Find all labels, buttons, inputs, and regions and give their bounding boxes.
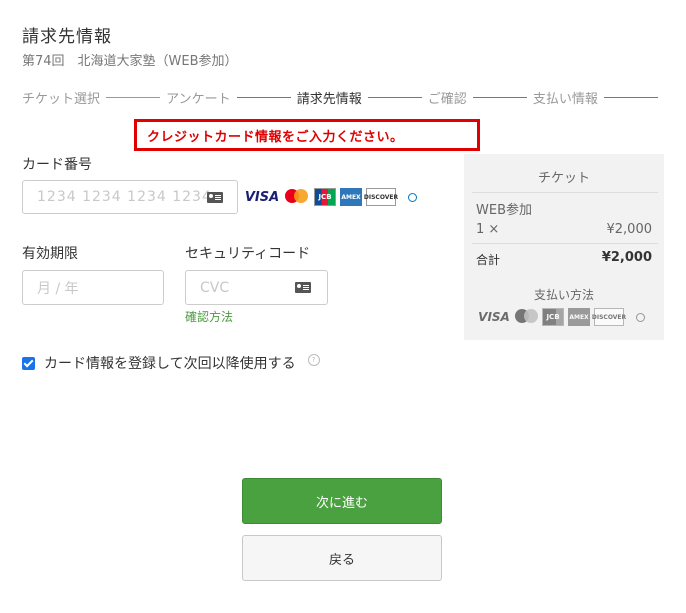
step-billing: 請求先情報 xyxy=(296,91,362,107)
step-connector xyxy=(603,96,659,98)
summary-price: ¥2,000 xyxy=(606,222,653,237)
back-button[interactable]: 戻る xyxy=(242,535,442,581)
next-button[interactable]: 次に進む xyxy=(242,478,442,524)
step-connector xyxy=(472,96,527,98)
cvc-label: セキュリティコード xyxy=(185,246,311,262)
expiry-placeholder: 月 / 年 xyxy=(37,280,79,297)
event-name: 第74回 北海道大家塾（WEB参加） xyxy=(22,54,238,69)
step-ticket: チケット選択 xyxy=(22,91,101,107)
expiry-label: 有効期限 xyxy=(22,246,78,262)
amex-icon: AMEX xyxy=(340,188,362,206)
card-number-placeholder: 1234 1234 1234 1234 xyxy=(37,189,212,205)
visa-icon: VISA xyxy=(244,189,280,205)
card-icon xyxy=(207,192,223,203)
step-confirm: ご確認 xyxy=(427,91,467,107)
progress-stepper: チケット選択 アンケート 請求先情報 ご確認 支払い情報 xyxy=(22,86,664,108)
save-card-row: カード情報を登録して次回以降使用する ? xyxy=(22,353,320,373)
mastercard-icon xyxy=(514,308,538,326)
jcb-icon: JCB xyxy=(314,188,336,206)
save-card-checkbox[interactable] xyxy=(22,356,35,370)
card-number-input[interactable]: 1234 1234 1234 1234 xyxy=(22,180,238,214)
error-message: クレジットカード情報をご入力ください。 xyxy=(134,119,480,151)
save-card-label[interactable]: カード情報を登録して次回以降使用する xyxy=(44,353,296,373)
expiry-input[interactable]: 月 / 年 xyxy=(22,270,164,305)
order-summary: チケット WEB参加 1 × ¥2,000 合計 ¥2,000 支払い方法 VI… xyxy=(464,154,664,340)
discover-icon: DISCOVER xyxy=(592,308,626,326)
page-title: 請求先情報 xyxy=(22,27,112,47)
step-survey: アンケート xyxy=(166,91,231,107)
summary-total-label: 合計 xyxy=(476,253,501,267)
cvc-placeholder: CVC xyxy=(200,279,230,296)
divider xyxy=(472,192,658,193)
discover-icon: DISCOVER xyxy=(364,188,398,206)
jcb-icon: JCB xyxy=(542,308,564,326)
diners-club-icon xyxy=(628,308,652,326)
summary-heading: チケット xyxy=(537,171,590,186)
amex-icon: AMEX xyxy=(568,308,590,326)
cvc-input[interactable]: CVC xyxy=(185,270,328,305)
step-connector xyxy=(106,96,161,98)
mastercard-icon xyxy=(284,188,310,206)
payment-methods-label: 支払い方法 xyxy=(533,288,594,302)
accepted-brands: VISA JCB AMEX DISCOVER xyxy=(244,188,424,206)
step-payment: 支払い情報 xyxy=(532,91,598,107)
summary-item-name: WEB参加 xyxy=(476,203,532,218)
card-number-label: カード番号 xyxy=(22,157,92,173)
cvc-help-link[interactable]: 確認方法 xyxy=(185,308,233,325)
divider xyxy=(472,243,658,244)
card-back-icon xyxy=(295,282,311,293)
step-connector xyxy=(236,96,291,98)
step-connector xyxy=(367,96,422,98)
diners-club-icon xyxy=(400,188,424,206)
payment-brands: VISA JCB AMEX DISCOVER xyxy=(478,308,652,326)
visa-icon: VISA xyxy=(478,310,510,324)
summary-qty: 1 × xyxy=(476,222,500,237)
help-icon[interactable]: ? xyxy=(307,354,320,366)
summary-total-value: ¥2,000 xyxy=(601,250,652,265)
